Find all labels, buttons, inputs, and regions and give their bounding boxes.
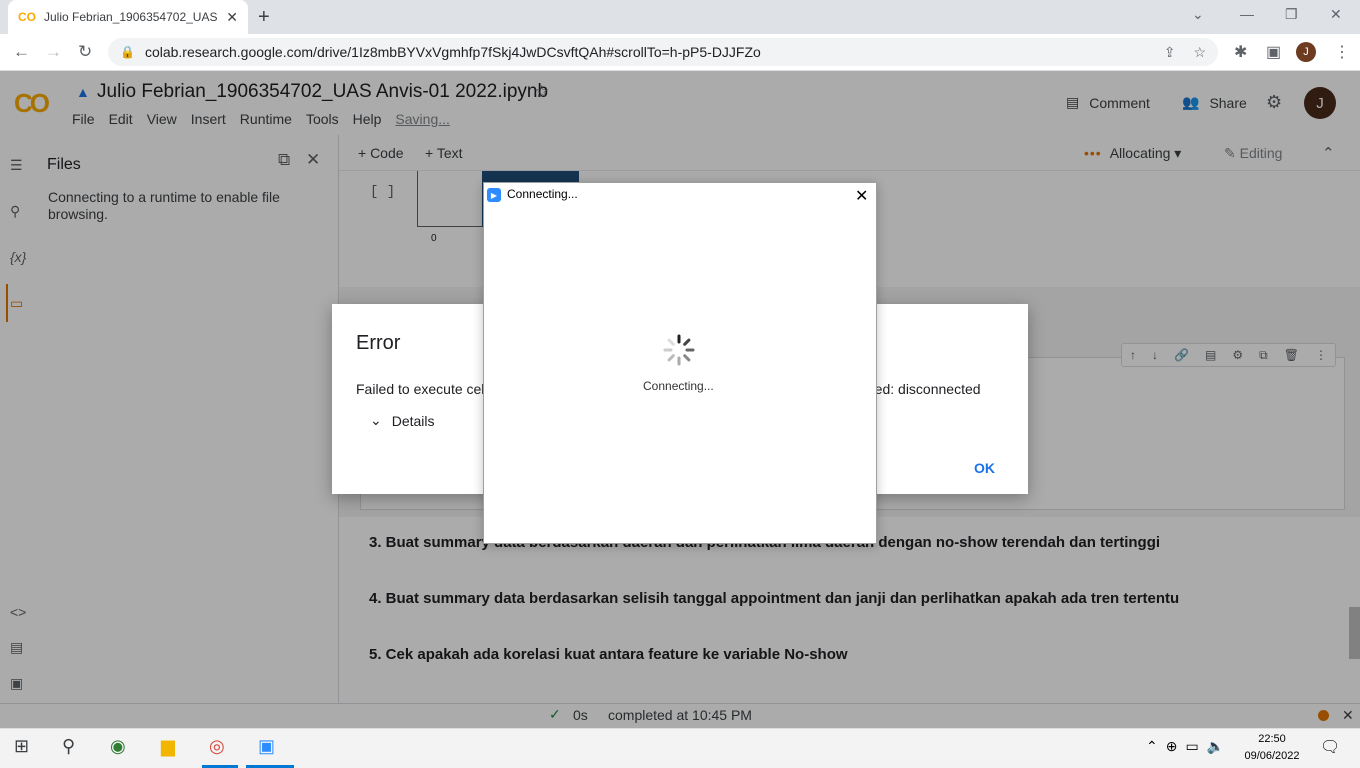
ok-button[interactable]: OK	[966, 458, 1003, 478]
chevron-down-icon: ⌄	[370, 412, 382, 428]
taskbar-search-icon[interactable]: ⚲	[62, 736, 75, 757]
restore-button[interactable]: ❐	[1285, 6, 1298, 23]
chrome-icon[interactable]: ◎	[209, 736, 225, 757]
loading-spinner-icon	[663, 334, 695, 366]
url-text: colab.research.google.com/drive/1Iz8mbBY…	[144, 44, 761, 60]
zoom-app-icon: ▶	[487, 188, 501, 202]
zoom-window-title: Connecting...	[507, 187, 578, 201]
system-tray: ⌃ ⊕ ▭ 🔈	[1146, 738, 1224, 755]
tab-close-icon[interactable]: ✕	[226, 9, 238, 26]
error-message-left: Failed to execute cel	[356, 381, 485, 397]
tray-chevron-icon[interactable]: ⌃	[1146, 738, 1158, 755]
tab-title: Julio Febrian_1906354702_UAS A	[44, 10, 221, 24]
file-explorer-icon[interactable]: ▆	[161, 736, 175, 757]
clock-date: 09/06/2022	[1244, 750, 1300, 762]
zoom-connecting-message: Connecting...	[643, 379, 714, 393]
bookmark-star-icon[interactable]: ☆	[1193, 44, 1206, 61]
reload-icon[interactable]: ↻	[78, 42, 92, 62]
minimize-button[interactable]: —	[1240, 6, 1254, 22]
browser-menu-icon[interactable]: ⋮	[1334, 42, 1350, 62]
new-tab-button[interactable]: +	[258, 6, 270, 29]
notification-icon[interactable]: 🗨	[1320, 737, 1340, 757]
extensions-icon[interactable]: ✱	[1234, 42, 1247, 62]
browser-profile-avatar[interactable]: J	[1296, 42, 1316, 62]
browser-tab[interactable]: CO Julio Febrian_1906354702_UAS A ✕	[8, 0, 248, 34]
colab-favicon-icon: CO	[18, 10, 36, 24]
share-page-icon[interactable]: ⇪	[1164, 44, 1176, 61]
back-icon[interactable]: ←	[13, 42, 30, 62]
zoom-close-icon[interactable]: ✕	[855, 186, 868, 206]
address-bar[interactable]: 🔒 colab.research.google.com/drive/1Iz8mb…	[108, 38, 1218, 66]
earth-app-icon[interactable]: ◉	[110, 736, 126, 757]
close-window-button[interactable]: ✕	[1330, 6, 1342, 23]
side-panel-icon[interactable]: ▣	[1266, 42, 1281, 62]
clock[interactable]: 22:50 09/06/2022	[1243, 731, 1301, 765]
battery-icon[interactable]: ▭	[1185, 738, 1198, 755]
volume-icon[interactable]: 🔈	[1207, 738, 1224, 755]
tab-search-icon[interactable]: ⌄	[1192, 6, 1204, 23]
details-toggle[interactable]: ⌄ Details	[370, 412, 435, 429]
language-globe-icon[interactable]: ⊕	[1166, 738, 1178, 755]
clock-time: 22:50	[1258, 733, 1286, 745]
windows-start-icon[interactable]: ⊞	[14, 736, 29, 757]
forward-icon[interactable]: →	[45, 42, 62, 62]
zoom-taskbar-icon[interactable]: ▣	[258, 736, 275, 757]
details-label: Details	[391, 412, 435, 429]
lock-icon: 🔒	[120, 45, 135, 59]
error-title: Error	[356, 332, 401, 354]
